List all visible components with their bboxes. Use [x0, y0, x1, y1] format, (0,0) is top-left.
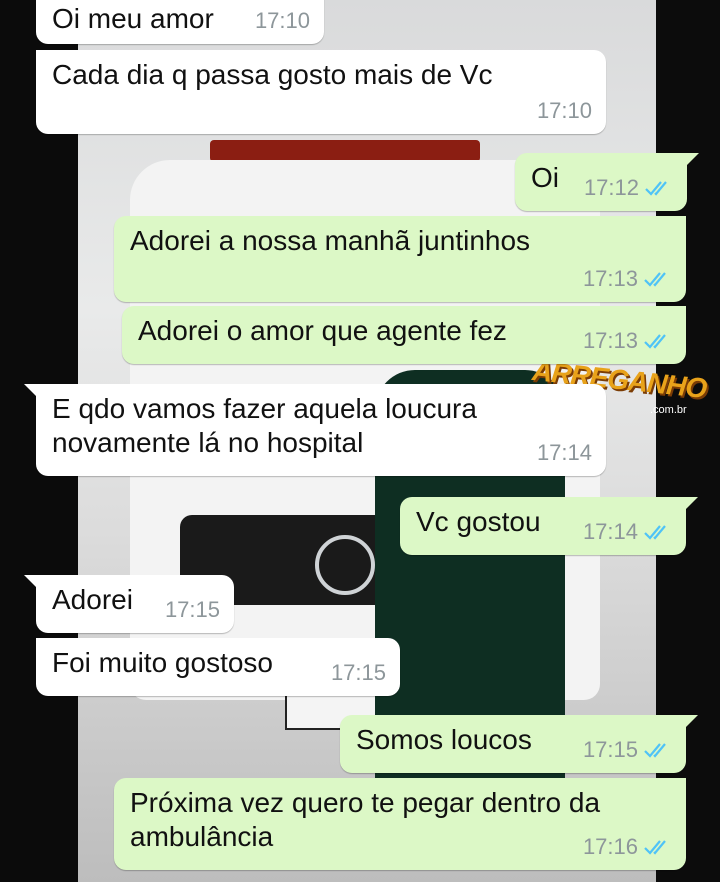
message-time: 17:14 [536, 440, 592, 465]
ambulance-lightbar [210, 140, 480, 162]
read-ticks-icon [644, 272, 666, 287]
message-text-line: novamente lá no hospital [52, 427, 364, 458]
read-ticks-icon [645, 181, 667, 196]
message-text-line: Próxima vez quero te pegar dentro da [130, 787, 601, 818]
read-ticks-icon [644, 334, 666, 349]
message-outgoing[interactable]: Vc gostou 17:14 [400, 497, 698, 555]
message-text: Adorei o amor que agente fez [138, 315, 507, 346]
message-text: Adorei a nossa manhã juntinhos [130, 225, 531, 256]
message-time: 17:16 [582, 834, 638, 859]
message-outgoing[interactable]: Adorei a nossa manhã juntinhos 17:13 [114, 216, 686, 302]
message-text: Oi [531, 162, 559, 193]
message-time: 17:10 [254, 8, 310, 33]
message-incoming[interactable]: Adorei 17:15 [24, 575, 234, 633]
message-outgoing[interactable]: Adorei o amor que agente fez 17:13 [122, 306, 686, 364]
message-text: Vc gostou [416, 506, 541, 537]
message-text: Somos loucos [356, 724, 532, 755]
message-text: Adorei [52, 584, 133, 615]
message-outgoing[interactable]: Próxima vez quero te pegar dentro da amb… [114, 778, 686, 870]
message-incoming[interactable]: Cada dia q passa gosto mais de Vc 17:10 [36, 50, 606, 134]
message-text: Oi meu amor [52, 3, 214, 34]
read-ticks-icon [644, 840, 666, 855]
message-outgoing[interactable]: Oi 17:12 [515, 153, 699, 211]
message-time: 17:12 [583, 175, 639, 200]
message-text: Cada dia q passa gosto mais de Vc [52, 59, 493, 90]
message-text-line: E qdo vamos fazer aquela loucura [52, 393, 477, 424]
message-time: 17:13 [582, 328, 638, 353]
message-text: Foi muito gostoso [52, 647, 273, 678]
message-time: 17:15 [582, 737, 638, 762]
read-ticks-icon [644, 525, 666, 540]
read-ticks-icon [644, 743, 666, 758]
message-outgoing[interactable]: Somos loucos 17:15 [340, 715, 698, 773]
car-emblem-icon [315, 535, 375, 595]
message-time: 17:15 [164, 597, 220, 622]
message-incoming[interactable]: Oi meu amor 17:10 [36, 0, 324, 44]
message-time: 17:10 [536, 98, 592, 123]
message-time: 17:15 [330, 660, 386, 685]
message-time: 17:14 [582, 519, 638, 544]
message-incoming[interactable]: Foi muito gostoso 17:15 [36, 638, 400, 696]
message-incoming[interactable]: E qdo vamos fazer aquela loucura novamen… [24, 384, 606, 476]
message-time: 17:13 [582, 266, 638, 291]
watermark-domain: .com.br [650, 404, 687, 416]
